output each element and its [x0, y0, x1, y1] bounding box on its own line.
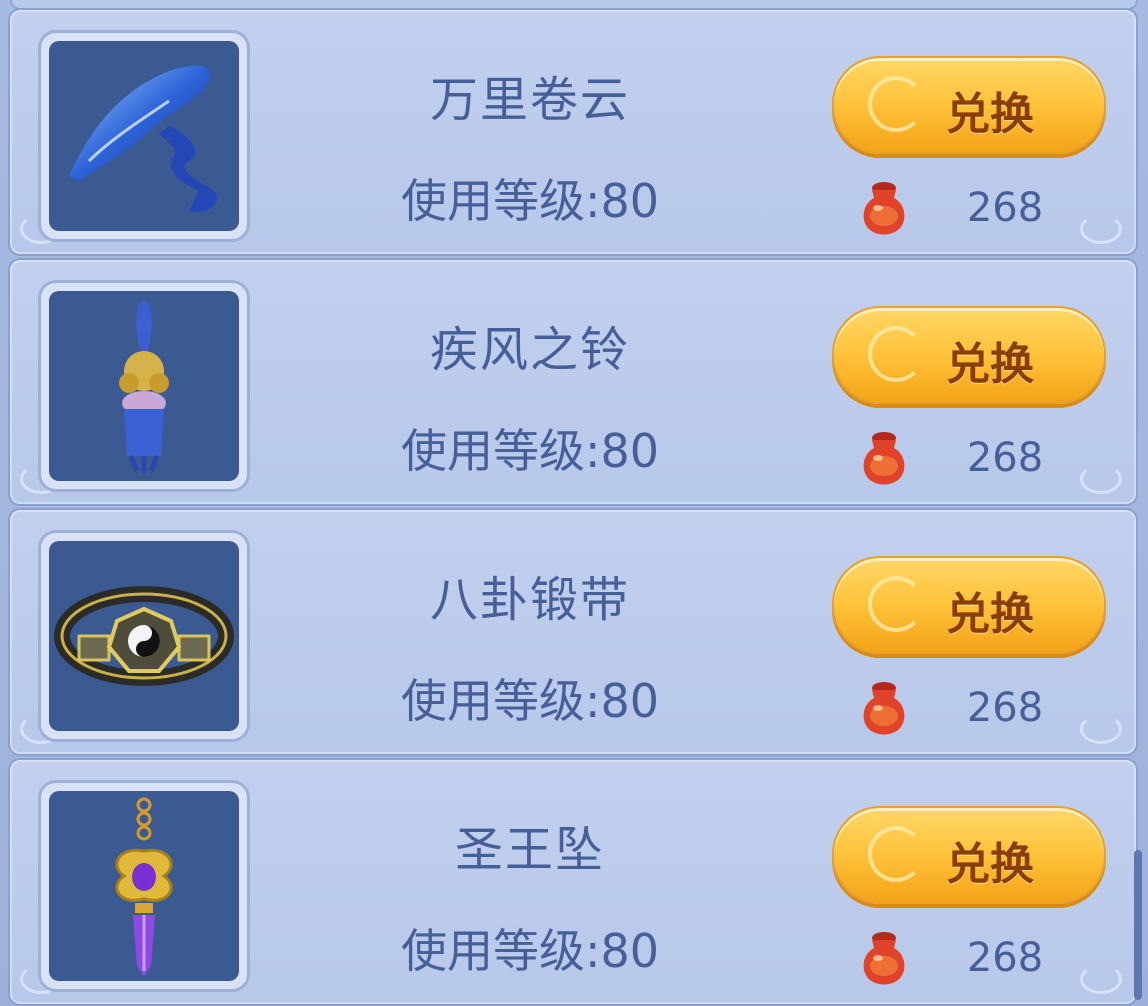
ribbon-item-icon: [49, 41, 239, 231]
exchange-button[interactable]: 兑换: [832, 806, 1106, 904]
item-thumbnail-frame[interactable]: [38, 780, 250, 992]
item-price: 268: [966, 435, 1044, 481]
exchange-button-label: 兑换: [946, 589, 1034, 640]
exchange-row: 疾风之铃 使用等级:80 兑换 268: [8, 258, 1138, 506]
scrollbar[interactable]: [1134, 850, 1142, 1000]
exchange-button[interactable]: 兑换: [832, 56, 1106, 154]
item-level-requirement: 使用等级:80: [400, 924, 660, 978]
exchange-button-label: 兑换: [946, 339, 1034, 390]
exchange-row: 八卦锻带 使用等级:80 兑换 268: [8, 508, 1138, 756]
exchange-button[interactable]: 兑换: [832, 306, 1106, 404]
item-thumbnail-frame[interactable]: [38, 280, 250, 492]
item-name: 圣王坠: [454, 822, 605, 878]
cloud-swirl-decoration: [1080, 464, 1122, 494]
exchange-row: 圣王坠 使用等级:80 兑换 268: [8, 758, 1138, 1006]
item-price: 268: [966, 685, 1044, 731]
bell-pendant-item-icon: [49, 291, 239, 481]
exchange-button[interactable]: 兑换: [832, 556, 1106, 654]
amethyst-pendant-item-icon: [49, 791, 239, 981]
bagua-belt-item-icon: [49, 541, 239, 731]
red-pot-currency-icon: [863, 932, 905, 985]
item-name: 万里卷云: [429, 72, 630, 128]
red-pot-currency-icon: [863, 432, 905, 485]
item-level-requirement: 使用等级:80: [400, 674, 660, 728]
item-thumbnail-frame[interactable]: [38, 30, 250, 242]
item-thumbnail-frame[interactable]: [38, 530, 250, 742]
cloud-swirl-decoration: [1080, 714, 1122, 744]
cloud-swirl-decoration: [1080, 964, 1122, 994]
item-price: 268: [966, 185, 1044, 231]
exchange-row: 万里卷云 使用等级:80 兑换 268: [8, 8, 1138, 256]
item-name: 疾风之铃: [429, 322, 630, 378]
item-level-requirement: 使用等级:80: [400, 424, 660, 478]
item-name: 八卦锻带: [429, 572, 630, 628]
cloud-swirl-decoration: [1080, 214, 1122, 244]
exchange-button-label: 兑换: [946, 89, 1034, 140]
exchange-button-label: 兑换: [946, 839, 1034, 890]
exchange-item-list[interactable]: 万里卷云 使用等级:80 兑换 268 疾风之铃 使用等级:80 兑换 268 …: [0, 0, 1148, 1006]
red-pot-currency-icon: [863, 182, 905, 235]
item-level-requirement: 使用等级:80: [400, 174, 660, 228]
item-price: 268: [966, 935, 1044, 981]
red-pot-currency-icon: [863, 682, 905, 735]
